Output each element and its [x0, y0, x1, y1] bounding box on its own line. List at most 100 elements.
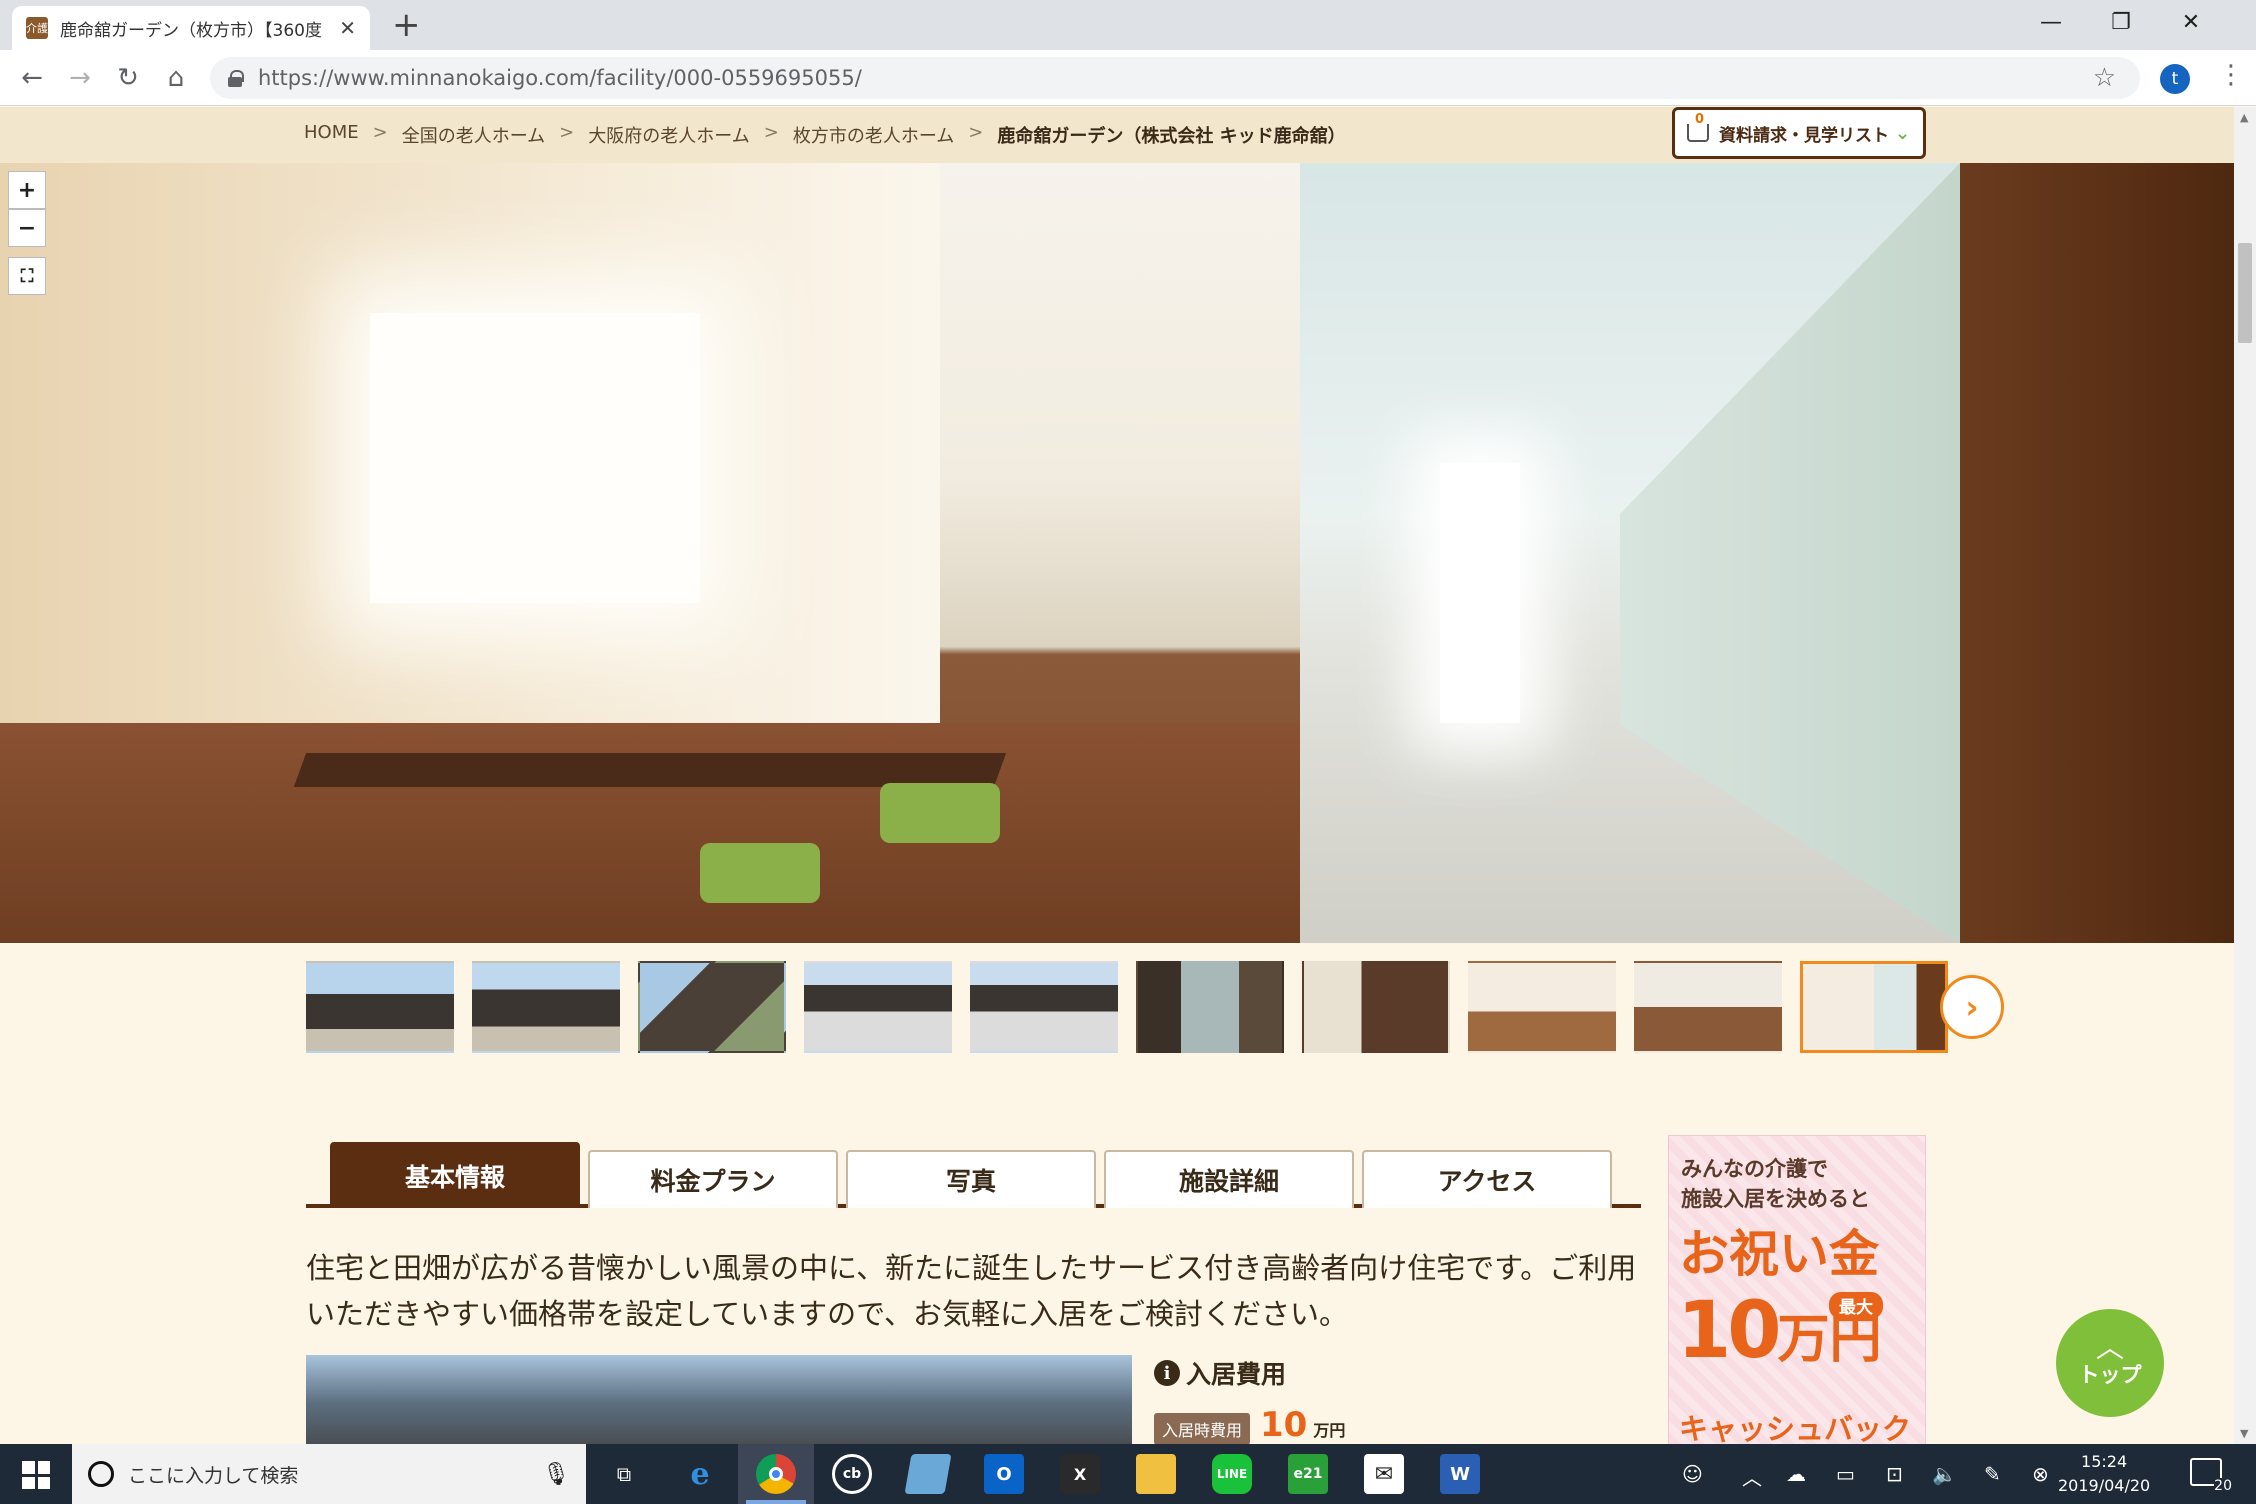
browser-toolbar: ← → ↻ ⌂ https://www.minnanokaigo.com/fac…	[0, 50, 2256, 106]
browser-tab-strip: 介護 鹿命舘ガーデン（枚方市）【360度 ✕ + — ❐ ✕	[0, 0, 2256, 50]
photo-thumbnail[interactable]	[306, 961, 454, 1053]
scroll-up-icon[interactable]: ▲	[2240, 111, 2248, 124]
facility-description: 住宅と田畑が広がる昔懐かしい風景の中に、新たに誕生したサービス付き高齢者向け住宅…	[306, 1251, 1637, 1331]
chevron-down-icon: ⌄	[1895, 122, 1911, 144]
fullscreen-icon[interactable]: ⛶	[8, 257, 46, 295]
close-window-icon[interactable]: ✕	[2156, 0, 2226, 44]
cart-count: 0	[1695, 112, 1705, 127]
panorama-dining-table	[293, 753, 1007, 787]
tab-facility-details[interactable]: 施設詳細	[1104, 1150, 1354, 1208]
new-tab-button[interactable]: +	[392, 6, 421, 44]
ad-amount-value: 10	[1677, 1286, 1782, 1376]
notepad-app-icon[interactable]	[904, 1454, 952, 1494]
photo-thumbnail-active[interactable]	[1800, 961, 1948, 1053]
breadcrumb-national[interactable]: 全国の老人ホーム	[402, 122, 545, 148]
network-icon[interactable]: ⊡	[1886, 1462, 1903, 1486]
breadcrumb-city[interactable]: 枚方市の老人ホーム	[793, 122, 954, 148]
home-icon[interactable]: ⌂	[158, 60, 194, 96]
panorama-viewer[interactable]: + − ⛶	[0, 163, 2234, 943]
tab-basic-info[interactable]: 基本情報	[330, 1142, 580, 1208]
task-view-icon[interactable]: ⧉	[604, 1454, 644, 1494]
forward-arrow-icon[interactable]: →	[62, 60, 98, 96]
back-to-top-label: トップ	[2078, 1363, 2142, 1387]
breadcrumb-home[interactable]: HOME	[304, 122, 359, 148]
page-scrollbar[interactable]: ▲ ▼	[2234, 107, 2256, 1444]
ad-headline: お祝い金	[1679, 1225, 1879, 1283]
zoom-out-button[interactable]: −	[8, 209, 46, 247]
chevron-right-icon: >	[372, 122, 388, 143]
back-arrow-icon[interactable]: ←	[14, 60, 50, 96]
ad-tagline: みんなの介護で 施設入居を決めると	[1681, 1154, 1870, 1214]
ad-line-1: みんなの介護で	[1681, 1157, 1828, 1181]
show-hidden-icons-icon[interactable]: ︿	[1742, 1462, 1762, 1491]
ad-max-badge: 最大	[1829, 1292, 1883, 1319]
bookmark-star-icon[interactable]: ☆	[2093, 63, 2116, 93]
browser-tab[interactable]: 介護 鹿命舘ガーデン（枚方市）【360度 ✕	[12, 6, 370, 50]
battery-icon[interactable]: ▭	[1836, 1462, 1855, 1486]
taskbar-clock[interactable]: 15:24 2019/04/20	[2058, 1450, 2150, 1498]
restore-window-icon[interactable]: ❐	[2086, 0, 2156, 44]
notification-count: 20	[2214, 1478, 2232, 1494]
app-x-icon[interactable]: X	[1060, 1454, 1100, 1494]
photo-thumbnail[interactable]	[1302, 961, 1450, 1053]
security-x-icon[interactable]: ⊗	[2032, 1462, 2049, 1486]
scroll-thumb[interactable]	[2238, 243, 2252, 343]
minimize-window-icon[interactable]: —	[2016, 0, 2086, 44]
photo-thumbnails	[306, 961, 1948, 1053]
address-bar[interactable]: https://www.minnanokaigo.com/facility/00…	[210, 57, 2140, 99]
photo-thumbnail[interactable]	[1634, 961, 1782, 1053]
next-thumbnails-button[interactable]: ›	[1940, 975, 2004, 1039]
volume-icon[interactable]: 🔈	[1932, 1462, 1957, 1486]
word-icon[interactable]: W	[1440, 1454, 1480, 1494]
zoom-in-button[interactable]: +	[8, 171, 46, 209]
profile-avatar[interactable]: t	[2160, 64, 2190, 94]
photo-thumbnail[interactable]	[970, 961, 1118, 1053]
microphone-icon[interactable]: 🎙	[542, 1462, 570, 1487]
photo-thumbnail[interactable]	[804, 961, 952, 1053]
file-explorer-icon[interactable]	[1136, 1454, 1176, 1494]
request-list-button[interactable]: 0 資料請求・見学リスト ⌄	[1672, 107, 1926, 159]
taskbar-search-placeholder: ここに入力して検索	[128, 1464, 299, 1487]
web-page: HOME > 全国の老人ホーム > 大阪府の老人ホーム > 枚方市の老人ホーム …	[0, 107, 2234, 1444]
action-center-icon[interactable]: 20	[2190, 1458, 2232, 1494]
tab-pricing-plan[interactable]: 料金プラン	[588, 1150, 838, 1208]
onedrive-cloud-icon[interactable]: ☁	[1786, 1462, 1806, 1486]
photo-thumbnail[interactable]	[1136, 961, 1284, 1053]
photo-thumbnail[interactable]	[638, 961, 786, 1053]
breadcrumb: HOME > 全国の老人ホーム > 大阪府の老人ホーム > 枚方市の老人ホーム …	[304, 122, 1346, 148]
close-tab-icon[interactable]: ✕	[339, 16, 356, 40]
panorama-chair	[700, 843, 820, 903]
site-favicon-icon: 介護	[26, 17, 48, 39]
mail-icon[interactable]: ✉	[1364, 1454, 1404, 1494]
cashback-ad-banner[interactable]: みんなの介護で 施設入居を決めると お祝い金 10万円 最大 キャッシュバック	[1668, 1135, 1926, 1444]
edge-icon[interactable]: e	[680, 1454, 720, 1494]
panorama-door	[1960, 163, 2234, 943]
taskbar-search[interactable]: ここに入力して検索 🎙	[72, 1444, 586, 1504]
clock-date: 2019/04/20	[2058, 1476, 2151, 1495]
active-app-indicator	[746, 1500, 806, 1504]
url-text[interactable]: https://www.minnanokaigo.com/facility/00…	[258, 66, 862, 90]
photo-thumbnail[interactable]	[472, 961, 620, 1053]
chevron-up-icon: ︿	[2095, 1331, 2124, 1364]
chevron-right-icon: >	[763, 122, 779, 143]
back-to-top-button[interactable]: ︿ トップ	[2056, 1309, 2164, 1417]
e21-app-icon[interactable]: e21	[1288, 1454, 1328, 1494]
menu-kebab-icon[interactable]: ⋮	[2218, 60, 2244, 90]
breadcrumb-prefecture[interactable]: 大阪府の老人ホーム	[588, 122, 749, 148]
pen-icon[interactable]: ✎	[1984, 1462, 2001, 1486]
reload-icon[interactable]: ↻	[110, 60, 146, 96]
clock-time: 15:24	[2081, 1452, 2128, 1471]
windows-taskbar: ここに入力して検索 🎙 ⧉ e cb O X LINE e21 ✉ W ☺ ︿ …	[0, 1444, 2256, 1504]
outlook-icon[interactable]: O	[984, 1454, 1024, 1494]
photo-thumbnail[interactable]	[1468, 961, 1616, 1053]
app-cb-icon[interactable]: cb	[832, 1454, 872, 1494]
windows-start-icon[interactable]	[22, 1461, 50, 1489]
tab-photos[interactable]: 写真	[846, 1150, 1096, 1208]
ad-cashback: キャッシュバック	[1679, 1412, 1912, 1444]
scroll-down-icon[interactable]: ▼	[2240, 1427, 2248, 1440]
tab-access[interactable]: アクセス	[1362, 1150, 1612, 1208]
chrome-icon[interactable]	[756, 1454, 796, 1494]
people-icon[interactable]: ☺	[1682, 1462, 1703, 1486]
cost-heading-text: 入居費用	[1186, 1360, 1287, 1389]
line-app-icon[interactable]: LINE	[1212, 1454, 1252, 1494]
